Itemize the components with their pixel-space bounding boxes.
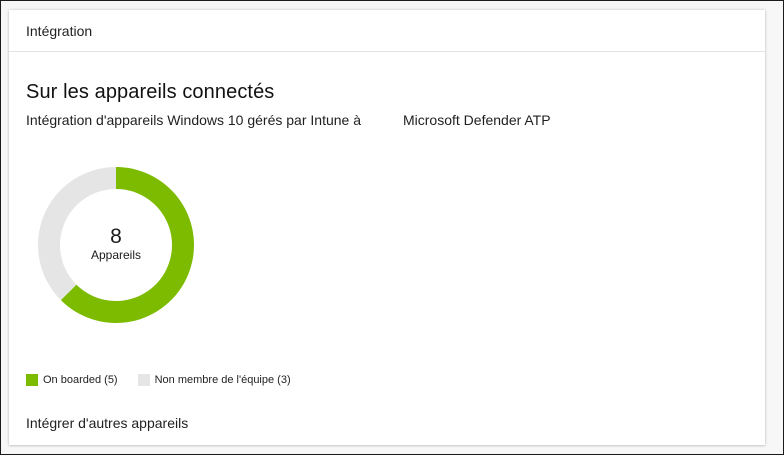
card-header-title: Intégration [26, 22, 93, 39]
onboarding-card: Intégration Sur les appareils connectés … [9, 10, 765, 445]
legend-swatch-onboarded [26, 374, 38, 386]
legend-swatch-not-member [137, 374, 150, 386]
legend-item-not-member[interactable]: Non membre de l'équipe (3) [137, 374, 291, 386]
donut-center: 8 Appareils [38, 167, 194, 323]
device-count: 8 [110, 224, 122, 248]
device-count-label: Appareils [90, 247, 142, 262]
chart-legend: On boarded (5) Non membre de l'équipe (3… [26, 374, 311, 386]
onboard-more-devices-link[interactable]: Intégrer d'autres appareils [26, 415, 188, 431]
devices-donut-chart[interactable]: 8 Appareils [38, 167, 194, 323]
legend-item-onboarded[interactable]: On boarded (5) [26, 374, 118, 386]
section-title: Sur les appareils connectés [26, 81, 275, 103]
card-header: Intégration [9, 10, 765, 52]
subtitle-text: Intégration d'appareils Windows 10 gérés… [26, 112, 361, 128]
legend-label-onboarded: On boarded (5) [43, 374, 118, 386]
section-subtitle: Intégration d'appareils Windows 10 gérés… [26, 112, 551, 128]
subtitle-target: Microsoft Defender ATP [403, 112, 551, 128]
window-frame: Intégration Sur les appareils connectés … [0, 0, 784, 455]
legend-label-not-member: Non membre de l'équipe (3) [154, 374, 291, 386]
